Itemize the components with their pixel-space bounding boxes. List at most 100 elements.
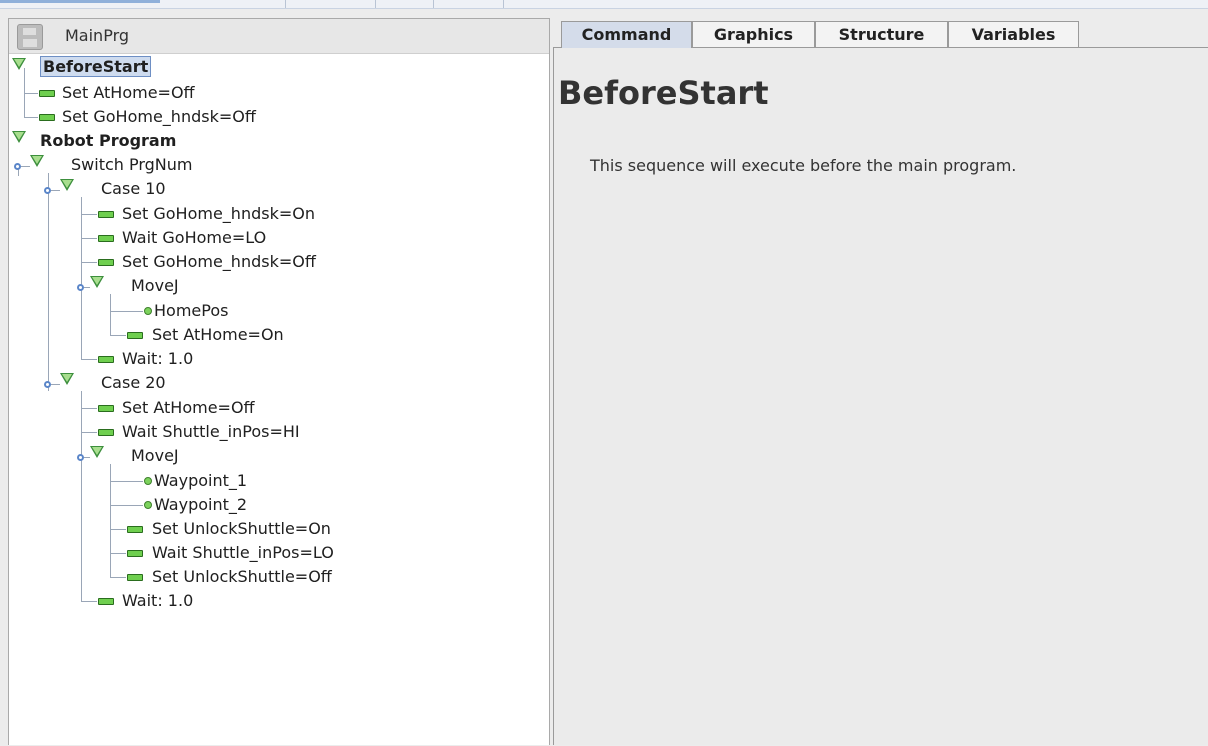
tree-node[interactable]: Case 10 (101, 178, 166, 200)
command-icon (127, 574, 143, 581)
tree-node-label: Waypoint_2 (154, 495, 248, 514)
command-icon (98, 356, 114, 363)
tree-node[interactable]: Wait: 1.0 (122, 590, 193, 612)
collapse-toggle-icon[interactable] (77, 284, 84, 291)
tree-node-label: MoveJ (131, 446, 179, 465)
tree-connector (110, 505, 143, 506)
tab-command[interactable]: Command (561, 21, 692, 48)
tree-node-beforestart[interactable]: BeforeStart (40, 56, 152, 78)
top-strip-divider (375, 0, 376, 8)
tree-node[interactable]: Wait: 1.0 (122, 348, 193, 370)
tree-connector (81, 359, 97, 360)
tree-node-label: Set UnlockShuttle=On (152, 519, 331, 538)
tree-connector (110, 481, 143, 482)
tree-node[interactable]: Set UnlockShuttle=Off (152, 566, 332, 588)
tree-node[interactable]: Switch PrgNum (71, 154, 193, 176)
tree-node-label: Wait: 1.0 (122, 591, 194, 610)
tree-connector (81, 432, 97, 433)
tree-node[interactable]: Set GoHome_hndsk=On (122, 203, 315, 225)
top-strip-highlight (0, 0, 160, 3)
node-title: BeforeStart (558, 74, 769, 112)
collapse-toggle-icon[interactable] (14, 163, 21, 170)
tab-structure[interactable]: Structure (815, 21, 948, 47)
tab-bar: Command Graphics Structure Variables (553, 19, 1208, 48)
expand-triangle-icon[interactable] (12, 58, 26, 70)
tree-node[interactable]: Set AtHome=Off (122, 397, 255, 419)
tree-connector (110, 311, 143, 312)
tree-node[interactable]: Wait Shuttle_inPos=HI (122, 421, 300, 443)
tree-connector (21, 166, 30, 167)
expand-triangle-icon[interactable] (30, 155, 44, 167)
waypoint-icon (144, 501, 152, 509)
tab-variables[interactable]: Variables (948, 21, 1079, 47)
tree-node-label: Set UnlockShuttle=Off (152, 567, 332, 586)
program-header: MainPrg (9, 19, 549, 54)
tree-node[interactable]: HomePos (154, 300, 228, 322)
expand-triangle-icon[interactable] (60, 179, 74, 191)
tree-node-label: Wait Shuttle_inPos=HI (122, 422, 300, 441)
top-strip-divider (433, 0, 434, 8)
tree-node-label: MoveJ (131, 276, 179, 295)
tree-connector (24, 117, 38, 118)
tree-node[interactable]: Wait GoHome=LO (122, 227, 266, 249)
tree-node-label: Robot Program (40, 131, 177, 150)
tree-node[interactable]: Wait Shuttle_inPos=LO (152, 542, 334, 564)
command-icon (127, 332, 143, 339)
tree-node-label: Set GoHome_hndsk=On (122, 204, 315, 223)
tab-graphics[interactable]: Graphics (692, 21, 815, 47)
waypoint-icon (144, 307, 152, 315)
save-icon[interactable] (17, 24, 43, 50)
command-icon (39, 90, 55, 97)
tree-connector (110, 294, 111, 335)
tree-node[interactable]: Set UnlockShuttle=On (152, 518, 331, 540)
tree-node-label: Case 20 (101, 373, 166, 392)
collapse-toggle-icon[interactable] (44, 381, 51, 388)
tree-node-label: Set AtHome=Off (62, 83, 195, 102)
tree-node-label: Wait GoHome=LO (122, 228, 267, 247)
program-tree-panel: MainPrg BeforeStart Set AtHome=Off Set G… (8, 18, 550, 745)
expand-triangle-icon[interactable] (90, 446, 104, 458)
tree-connector (51, 190, 60, 191)
collapse-toggle-icon[interactable] (77, 454, 84, 461)
program-tree: BeforeStart Set AtHome=Off Set GoHome_hn… (9, 53, 549, 746)
tree-node[interactable]: Set AtHome=Off (62, 82, 195, 104)
tree-node-label: Switch PrgNum (71, 155, 193, 174)
expand-triangle-icon[interactable] (90, 276, 104, 288)
command-icon (98, 211, 114, 218)
tree-node-label: BeforeStart (40, 56, 152, 77)
tree-node[interactable]: Set GoHome_hndsk=Off (62, 106, 256, 128)
node-description: This sequence will execute before the ma… (590, 156, 1017, 175)
command-icon (98, 259, 114, 266)
tree-node-robot-program[interactable]: Robot Program (40, 130, 176, 152)
command-icon (127, 550, 143, 557)
waypoint-icon (144, 477, 152, 485)
tree-node[interactable]: Waypoint_2 (154, 494, 247, 516)
tree-connector (81, 408, 97, 409)
tree-node-label: Set AtHome=On (152, 325, 284, 344)
tree-connector (81, 214, 97, 215)
tree-connector (110, 577, 126, 578)
top-toolbar-strip (0, 0, 1208, 9)
tree-node[interactable]: Case 20 (101, 372, 166, 394)
tree-connector (81, 197, 82, 360)
tree-node[interactable]: Set GoHome_hndsk=Off (122, 251, 316, 273)
tree-connector (24, 93, 38, 94)
expand-triangle-icon[interactable] (60, 373, 74, 385)
tree-node-label: Wait Shuttle_inPos=LO (152, 543, 334, 562)
tree-node[interactable]: Waypoint_1 (154, 470, 247, 492)
tree-node[interactable]: Set AtHome=On (152, 324, 284, 346)
expand-triangle-icon[interactable] (12, 131, 26, 143)
tree-node-label: HomePos (154, 301, 229, 320)
command-icon (127, 526, 143, 533)
tree-connector (81, 262, 97, 263)
tree-node[interactable]: MoveJ (131, 275, 179, 297)
command-content-panel: BeforeStart This sequence will execute b… (553, 48, 1208, 745)
tree-connector (48, 173, 49, 391)
tree-connector (110, 529, 126, 530)
command-icon (98, 598, 114, 605)
command-icon (98, 235, 114, 242)
tree-connector (51, 384, 60, 385)
collapse-toggle-icon[interactable] (44, 187, 51, 194)
tree-node-label: Wait: 1.0 (122, 349, 194, 368)
tree-node[interactable]: MoveJ (131, 445, 179, 467)
